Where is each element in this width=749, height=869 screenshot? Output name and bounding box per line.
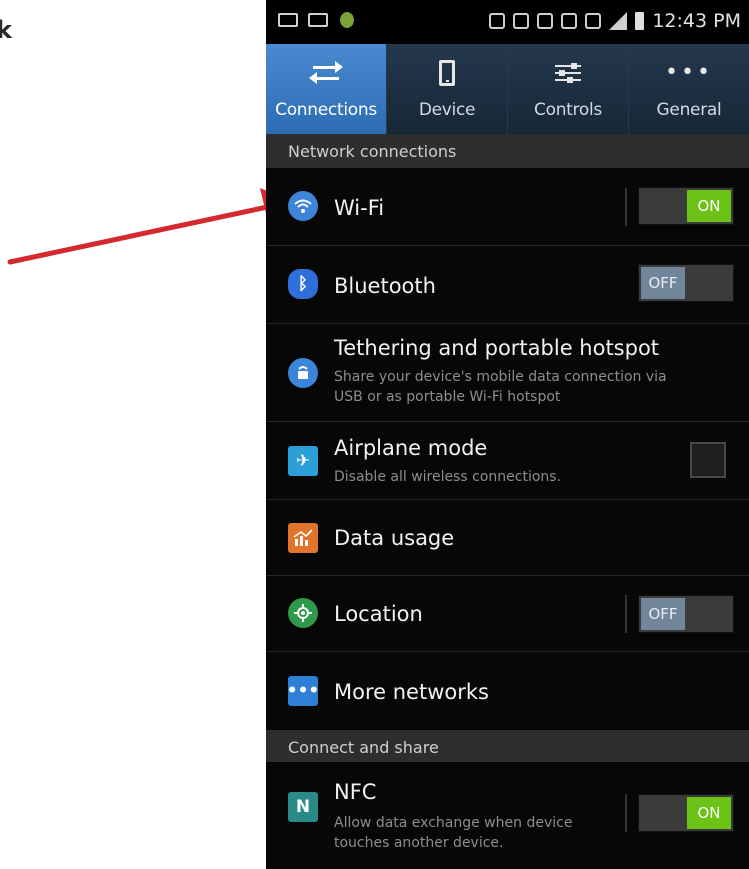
sync-icon xyxy=(537,13,554,29)
more-dots-icon: ••• xyxy=(665,60,713,85)
nfc-subtitle: Allow data exchange when device xyxy=(334,815,573,831)
airplane-title: Airplane mode xyxy=(334,436,488,460)
more-networks-row[interactable]: ••• More networks xyxy=(266,652,749,730)
notification-icon xyxy=(278,13,298,27)
nfc-title: NFC xyxy=(334,780,377,804)
battery-icon xyxy=(635,12,645,30)
tab-label: General xyxy=(656,100,722,120)
nfc-icon: N xyxy=(288,792,318,822)
wifi-icon xyxy=(288,191,318,221)
wifi-status-icon xyxy=(585,13,602,29)
data-usage-icon xyxy=(288,523,318,553)
toggle-state: OFF xyxy=(641,598,685,630)
location-row[interactable]: Location OFF xyxy=(266,576,749,652)
nfc-row[interactable]: N NFC Allow data exchange when device to… xyxy=(266,762,749,862)
bluetooth-row[interactable]: ᛒ Bluetooth OFF xyxy=(266,246,749,324)
data-usage-row[interactable]: Data usage xyxy=(266,500,749,576)
location-title: Location xyxy=(334,602,423,626)
vibrate-icon xyxy=(489,13,506,29)
wifi-row[interactable]: Wi-Fi ON xyxy=(266,168,749,246)
nfc-subtitle: touches another device. xyxy=(334,835,504,851)
divider xyxy=(625,595,627,633)
tab-controls[interactable]: Controls xyxy=(508,44,629,134)
location-toggle[interactable]: OFF xyxy=(638,595,734,633)
tethering-row[interactable]: Tethering and portable hotspot Share you… xyxy=(266,324,749,422)
tab-connections[interactable]: Connections xyxy=(266,44,387,134)
bluetooth-icon: ᛒ xyxy=(288,269,318,299)
tab-general[interactable]: ••• General xyxy=(629,44,749,134)
tethering-title: Tethering and portable hotspot xyxy=(334,336,660,360)
swap-arrows-icon xyxy=(309,60,343,86)
airplane-checkbox[interactable] xyxy=(690,442,726,478)
bluetooth-title: Bluetooth xyxy=(334,274,436,298)
alarm-icon xyxy=(561,13,578,29)
toggle-state: OFF xyxy=(641,267,685,299)
section-header-share: Connect and share xyxy=(266,730,749,762)
tab-label: Device xyxy=(418,100,476,120)
location-icon xyxy=(288,598,318,628)
signal-icon xyxy=(609,12,628,30)
notification-icon xyxy=(308,13,328,27)
android-debug-icon xyxy=(340,12,354,28)
airplane-subtitle: Disable all wireless connections. xyxy=(334,469,562,485)
phone-screen: 12:43 PM Connections Device Controls •••… xyxy=(266,0,749,869)
tab-device[interactable]: Device xyxy=(387,44,508,134)
more-networks-icon: ••• xyxy=(287,676,319,706)
nfc-status-icon xyxy=(513,13,530,29)
divider xyxy=(625,794,627,832)
status-time: 12:43 PM xyxy=(652,10,741,32)
tethering-subtitle: Share your device's mobile data connecti… xyxy=(334,369,667,385)
airplane-icon: ✈ xyxy=(288,446,318,476)
data-usage-title: Data usage xyxy=(334,526,455,550)
hotspot-icon xyxy=(288,358,318,388)
toggle-state: ON xyxy=(687,797,731,829)
wifi-title: Wi-Fi xyxy=(334,196,385,220)
phone-icon xyxy=(439,60,455,86)
section-header-network: Network connections xyxy=(266,134,749,168)
wifi-toggle[interactable]: ON xyxy=(638,187,734,225)
status-bar: 12:43 PM xyxy=(266,0,749,44)
settings-tab-bar: Connections Device Controls ••• General xyxy=(266,44,749,134)
divider xyxy=(625,188,627,226)
sliders-icon xyxy=(553,61,583,85)
tethering-subtitle: USB or as portable Wi-Fi hotspot xyxy=(334,389,561,405)
bluetooth-toggle[interactable]: OFF xyxy=(638,264,734,302)
tab-label: Controls xyxy=(534,100,602,120)
tab-label: Connections xyxy=(275,100,377,120)
more-networks-title: More networks xyxy=(334,680,489,704)
toggle-state: ON xyxy=(687,190,731,222)
annotation-arrow xyxy=(7,188,292,265)
nfc-toggle[interactable]: ON xyxy=(638,794,734,832)
airplane-row[interactable]: ✈ Airplane mode Disable all wireless con… xyxy=(266,422,749,500)
